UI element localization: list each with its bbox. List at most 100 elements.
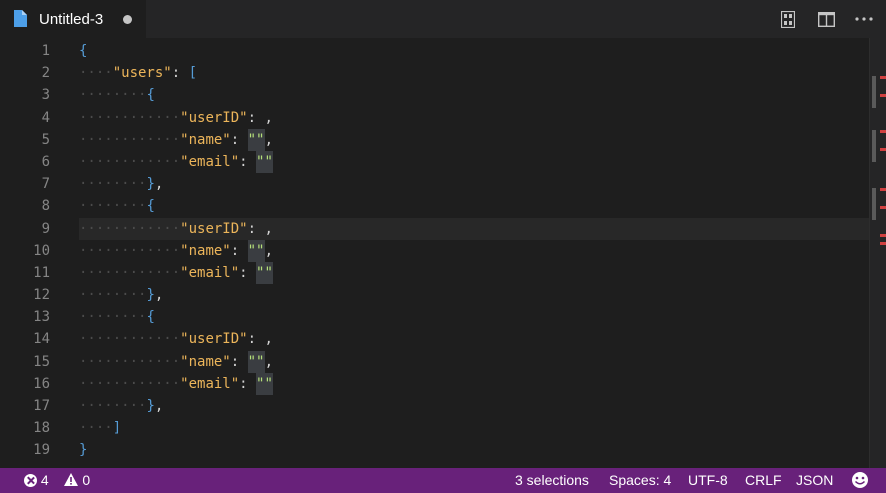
language-mode[interactable]: JSON: [796, 472, 833, 489]
line-number: 10: [33, 242, 50, 259]
error-marker: [880, 234, 886, 237]
error-marker: [880, 76, 886, 79]
smiley-icon[interactable]: [851, 471, 869, 493]
code-line[interactable]: ········{: [79, 195, 866, 217]
error-count: 4: [40, 472, 49, 488]
indentation-status[interactable]: Spaces: 4: [609, 472, 671, 489]
line-number: 13: [33, 309, 50, 326]
line-number: 19: [33, 442, 50, 459]
open-preview-icon[interactable]: [778, 9, 798, 29]
code-line[interactable]: {: [79, 40, 866, 62]
error-marker: [880, 206, 886, 209]
json-bracket: {: [146, 309, 155, 326]
code-line[interactable]: ····"users": [: [79, 62, 866, 84]
json-punctuation: :: [247, 331, 265, 348]
json-punctuation: ,: [264, 109, 273, 126]
json-bracket: }: [146, 176, 155, 193]
json-bracket: [: [188, 65, 198, 82]
editor-tab-bar: Untitled-3: [0, 0, 886, 38]
json-punctuation: :: [239, 264, 257, 281]
code-line[interactable]: ············"userID": ,: [79, 328, 866, 350]
problems-indicator[interactable]: 4 0: [24, 472, 90, 489]
line-number: 12: [33, 287, 50, 304]
tab-label: Untitled-3: [39, 11, 104, 28]
line-number: 3: [41, 87, 50, 104]
tab-untitled-3[interactable]: Untitled-3: [0, 0, 146, 38]
json-bracket: }: [79, 442, 88, 459]
indent-whitespace: ············: [79, 109, 181, 126]
json-key: "email": [180, 153, 240, 170]
json-key: "userID": [180, 109, 248, 126]
code-line[interactable]: ············"email": "": [79, 261, 866, 284]
line-number: 18: [33, 420, 50, 437]
code-line[interactable]: ············"email": "": [79, 150, 866, 173]
code-line[interactable]: ············"name": "",: [79, 350, 866, 373]
indent-whitespace: ········: [79, 198, 147, 215]
line-number: 14: [33, 331, 50, 348]
code-line[interactable]: ············"name": "",: [79, 239, 866, 262]
json-punctuation: :: [239, 375, 257, 392]
json-key: "name": [180, 131, 231, 148]
json-punctuation: :: [247, 109, 265, 126]
json-key: "userID": [180, 220, 248, 237]
error-marker: [880, 188, 886, 191]
line-number: 16: [33, 375, 50, 392]
json-bracket: {: [146, 87, 155, 104]
json-key: "name": [180, 242, 231, 259]
indent-whitespace: ············: [79, 353, 181, 370]
line-number: 1: [41, 43, 50, 59]
json-bracket: {: [79, 43, 88, 59]
json-punctuation: ,: [154, 176, 164, 193]
selected-string: "": [247, 128, 265, 151]
indent-whitespace: ········: [79, 287, 147, 304]
line-number-gutter: 1 2 3 4 5 6 7 8 9 10 11 12 13 14 15 16 17 18 19: [0, 40, 50, 462]
eol-status[interactable]: CRLF: [745, 472, 782, 489]
code-line[interactable]: ········},: [79, 284, 866, 306]
code-lines[interactable]: {····"users": [········{············"use…: [79, 40, 884, 462]
code-line[interactable]: ········{: [79, 84, 866, 106]
error-marker: [880, 130, 886, 133]
code-line[interactable]: ········{: [79, 306, 866, 328]
json-punctuation: :: [230, 131, 248, 148]
more-actions-icon[interactable]: [854, 9, 874, 29]
error-marker: [880, 148, 886, 151]
indent-whitespace: ············: [79, 375, 181, 392]
json-key: "email": [180, 375, 240, 392]
line-number: 2: [41, 65, 50, 82]
code-line[interactable]: ········},: [79, 395, 866, 417]
json-bracket: }: [146, 287, 155, 304]
json-punctuation: ,: [264, 220, 273, 237]
code-line[interactable]: ············"email": "": [79, 372, 866, 395]
file-icon: [13, 10, 27, 27]
code-line[interactable]: }: [79, 439, 866, 461]
selected-string: "": [256, 150, 274, 173]
json-punctuation: :: [230, 353, 248, 370]
line-number: 17: [33, 398, 50, 414]
indent-whitespace: ············: [79, 331, 181, 348]
json-key: "users": [112, 65, 172, 82]
selected-string: "": [247, 239, 265, 262]
error-marker: [880, 94, 886, 97]
overview-ruler[interactable]: [869, 38, 886, 468]
code-line[interactable]: ········},: [79, 173, 866, 195]
json-punctuation: :: [239, 153, 257, 170]
json-bracket: }: [146, 398, 155, 414]
indent-whitespace: ············: [79, 131, 181, 148]
code-line[interactable]: ············"userID": ,: [79, 217, 884, 240]
json-bracket: ]: [112, 420, 122, 437]
error-icon: [24, 474, 37, 487]
line-number: 6: [41, 153, 50, 170]
error-marker: [880, 242, 886, 245]
code-line[interactable]: ····]: [79, 417, 866, 439]
code-line[interactable]: ············"name": "",: [79, 128, 866, 151]
split-editor-icon[interactable]: [816, 9, 836, 29]
unsaved-dot-icon[interactable]: [123, 15, 132, 24]
indent-whitespace: ············: [79, 153, 181, 170]
code-editor[interactable]: 1 2 3 4 5 6 7 8 9 10 11 12 13 14 15 16 17 18 19 {····"user…: [0, 38, 886, 468]
line-number: 15: [33, 353, 50, 370]
status-bar: 4 0 3 selections Spaces: 4 UTF-8 CRLF JS…: [0, 468, 886, 493]
code-line[interactable]: ············"userID": ,: [79, 107, 866, 129]
selection-status[interactable]: 3 selections: [515, 472, 589, 489]
json-punctuation: :: [171, 65, 189, 82]
encoding-status[interactable]: UTF-8: [688, 472, 728, 489]
